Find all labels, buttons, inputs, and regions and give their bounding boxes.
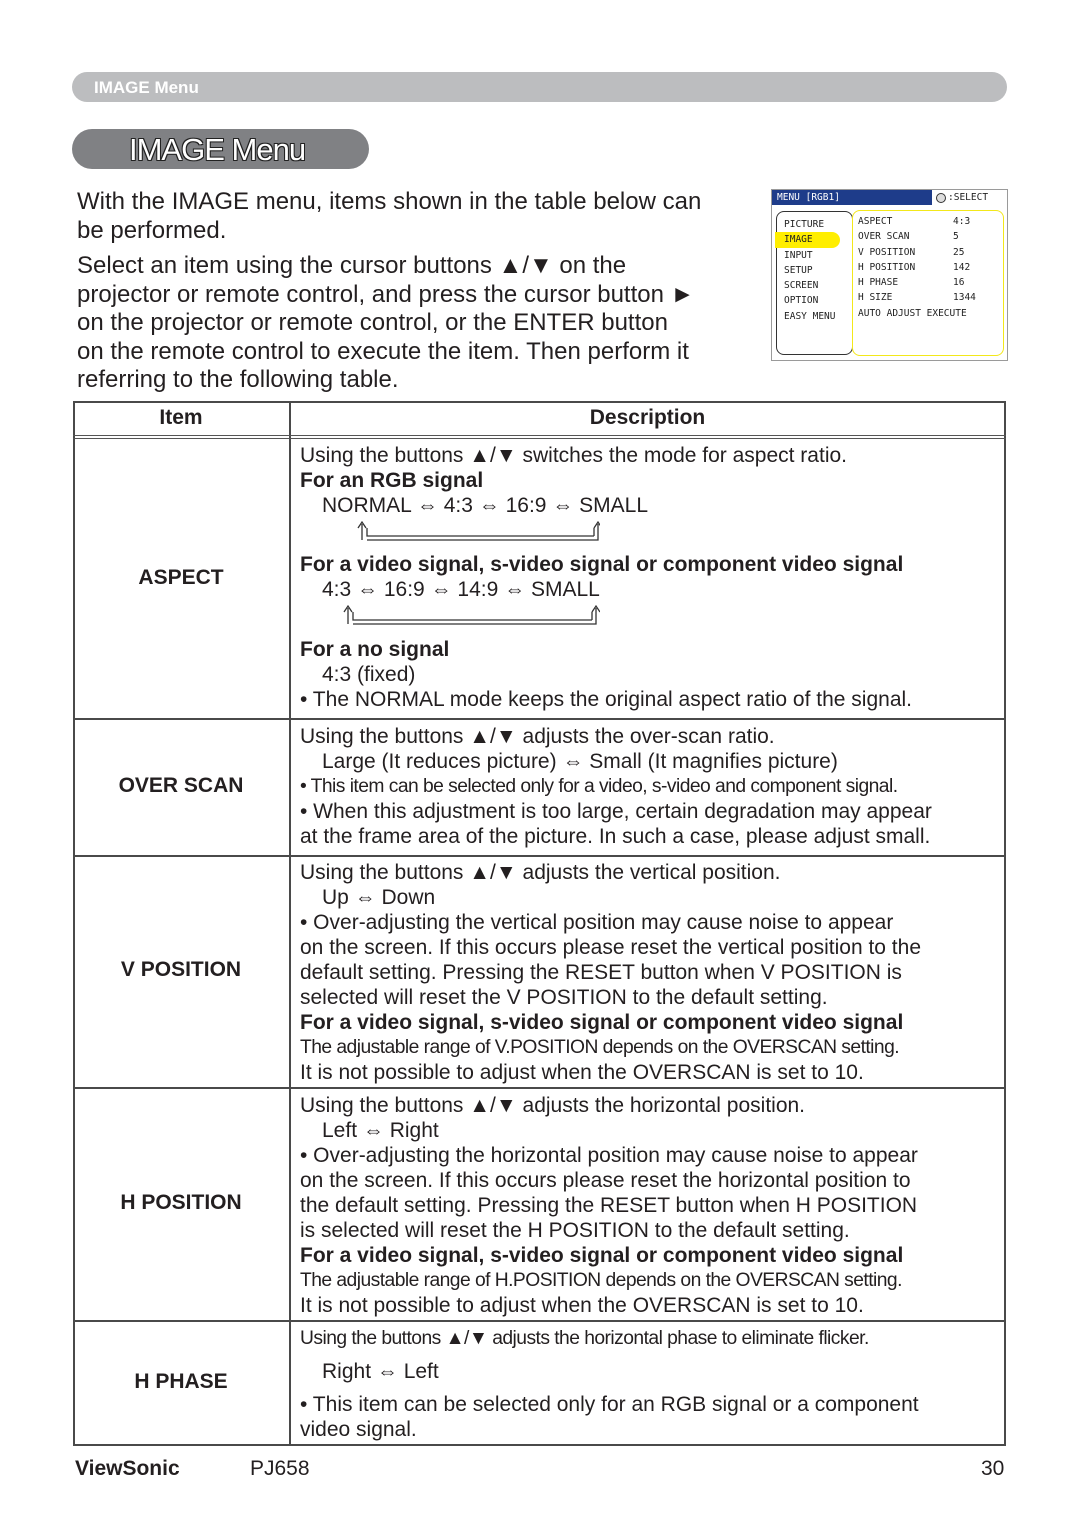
footer-model: PJ658 <box>250 1457 310 1480</box>
osd-item-list: ASPECT 4:3 OVER SCAN 5 V POSITION 25 H POSI… <box>852 210 1004 356</box>
table-column-divider <box>289 401 291 1446</box>
osd-item-row: AUTO ADJUST EXECUTE <box>858 307 967 319</box>
vposition-limit-note: It is not possible to adjust when the OV… <box>300 1061 864 1084</box>
osd-item-row: H POSITION 142 <box>858 261 971 273</box>
description-line: Using the buttons ▲/▼ adjusts the horizo… <box>300 1094 806 1117</box>
item-over-scan: OVER SCAN <box>118 774 244 797</box>
hphase-note: video signal. <box>300 1418 417 1441</box>
table-row-divider <box>73 855 1006 857</box>
rgb-aspect-cycle: NORMAL ⇔ 4:3 ⇔ 16:9 ⇔ SMALL <box>322 494 649 517</box>
intro-line: projector or remote control, and press t… <box>77 280 695 308</box>
osd-select-label: :SELECT <box>948 192 989 203</box>
item-aspect: ASPECT <box>138 566 224 589</box>
hposition-note: is selected will reset the H POSITION to… <box>300 1219 850 1242</box>
vposition-note: selected will reset the V POSITION to th… <box>300 986 828 1009</box>
overscan-note: at the frame area of the picture. In suc… <box>300 825 931 848</box>
osd-category-screen: SCREEN <box>784 280 819 292</box>
video-signal-heading: For a video signal, s-video signal or co… <box>300 1244 904 1267</box>
column-header-item: Item <box>159 406 203 429</box>
return-arrow-icon <box>343 604 600 625</box>
description-line: Using the buttons ▲/▼ switches the mode … <box>300 444 847 467</box>
overscan-note: • When this adjustment is too large, cer… <box>300 800 932 823</box>
vposition-description: Using the buttons ▲/▼ adjusts the vertic… <box>300 860 1005 1085</box>
osd-category-option: OPTION <box>784 295 819 307</box>
table-row-divider <box>73 718 1006 720</box>
osd-category-setup: SETUP <box>784 264 813 276</box>
hposition-range-note: The adjustable range of H.POSITION depen… <box>300 1270 902 1291</box>
page-number: 30 <box>981 1457 1005 1480</box>
rgb-signal-heading: For an RGB signal <box>300 469 484 492</box>
item-h-position: H POSITION <box>120 1191 242 1214</box>
osd-category-list: PICTURE IMAGE INPUT SETUP SCREEN OPTION … <box>775 211 853 355</box>
page-title-pill: IMAGE Menu <box>72 129 369 169</box>
rgb-cycle-return-arrow <box>300 518 1005 546</box>
item-h-phase: H PHASE <box>134 1370 228 1393</box>
intro-paragraph-1: With the IMAGE menu, items shown in the … <box>77 188 757 245</box>
intro-paragraph-2: Select an item using the cursor buttons … <box>77 252 757 395</box>
intro-line: be performed. <box>77 216 227 244</box>
osd-menu-title: MENU [RGB1] <box>772 190 932 205</box>
description-line: Using the buttons ▲/▼ adjusts the over-s… <box>300 725 775 748</box>
osd-item-row: H SIZE 1344 <box>858 292 976 304</box>
vposition-range-note: The adjustable range of V.POSITION depen… <box>300 1037 900 1058</box>
osd-item-row: ASPECT 4:3 <box>858 216 971 227</box>
intro-line: Select an item using the cursor buttons … <box>77 252 627 279</box>
cursor-pad-icon <box>936 192 946 203</box>
overscan-note: • This item can be selected only for a v… <box>300 776 898 797</box>
vposition-note: on the screen. If this occurs please res… <box>300 936 921 959</box>
video-signal-heading: For a video signal, s-video signal or co… <box>300 1011 904 1034</box>
intro-line: With the IMAGE menu, items shown in the … <box>77 188 702 215</box>
hposition-note: on the screen. If this occurs please res… <box>300 1169 911 1192</box>
video-signal-heading: For a video signal, s-video signal or co… <box>300 553 904 576</box>
osd-category-image: IMAGE <box>775 232 840 248</box>
hposition-limit-note: It is not possible to adjust when the OV… <box>300 1294 864 1317</box>
osd-header: MENU [RGB1] :SELECT <box>772 190 1007 205</box>
overscan-cycle: Large (It reduces picture) ⇔ Small (It m… <box>322 750 838 773</box>
no-signal-heading: For a no signal <box>300 638 450 661</box>
hposition-description: Using the buttons ▲/▼ adjusts the horizo… <box>300 1093 1005 1318</box>
aspect-note: • The NORMAL mode keeps the original asp… <box>300 688 913 711</box>
hphase-cycle: Right ⇔ Left <box>322 1360 439 1383</box>
intro-line: referring to the following table. <box>77 366 399 393</box>
osd-category-input: INPUT <box>784 249 813 261</box>
hphase-note: • This item can be selected only for an … <box>300 1393 919 1416</box>
hposition-cycle: Left ⇔ Right <box>322 1119 439 1142</box>
table-row-divider <box>73 1087 1006 1089</box>
description-line: Using the buttons ▲/▼ adjusts the vertic… <box>300 861 781 884</box>
osd-menu-screenshot: MENU [RGB1] :SELECT PICTURE IMAGE INPUT … <box>771 189 1008 361</box>
page-title: IMAGE Menu <box>129 132 306 167</box>
osd-select-hint: :SELECT <box>932 190 1007 205</box>
hphase-description: Using the buttons ▲/▼ adjusts the horizo… <box>300 1326 1005 1442</box>
video-cycle-return-arrow <box>300 602 1005 630</box>
overscan-description: Using the buttons ▲/▼ adjusts the over-s… <box>300 724 1005 849</box>
item-v-position: V POSITION <box>120 958 242 981</box>
vposition-note: default setting. Pressing the RESET butt… <box>300 961 902 984</box>
description-line: Using the buttons ▲/▼ adjusts the horizo… <box>300 1328 869 1349</box>
return-arrow-icon <box>357 520 600 541</box>
section-header-bar: IMAGE Menu <box>72 72 1007 102</box>
osd-category-picture: PICTURE <box>784 219 825 230</box>
table-header-divider <box>73 435 1006 439</box>
osd-item-row: V POSITION 25 <box>858 246 965 258</box>
osd-item-row: OVER SCAN 5 <box>858 231 959 243</box>
column-header-description: Description <box>589 406 706 429</box>
no-signal-value: 4:3 (fixed) <box>322 663 416 686</box>
section-header-label: IMAGE Menu <box>94 78 199 97</box>
footer-brand: ViewSonic <box>75 1457 180 1480</box>
aspect-description: Using the buttons ▲/▼ switches the mode … <box>300 443 1005 712</box>
vposition-note: • Over-adjusting the vertical position m… <box>300 911 894 934</box>
osd-item-row: H PHASE 16 <box>858 277 965 289</box>
table-row-divider <box>73 1320 1006 1322</box>
hposition-note: the default setting. Pressing the RESET … <box>300 1194 918 1217</box>
video-aspect-cycle: 4:3 ⇔ 16:9 ⇔ 14:9 ⇔ SMALL <box>322 578 600 601</box>
vposition-cycle: Up ⇔ Down <box>322 886 436 909</box>
intro-line: on the remote control to execute the ite… <box>77 337 689 365</box>
hposition-note: • Over-adjusting the horizontal position… <box>300 1144 918 1167</box>
intro-line: on the projector or remote control, or t… <box>77 309 668 336</box>
osd-category-easy-menu: EASY MENU <box>784 310 836 322</box>
